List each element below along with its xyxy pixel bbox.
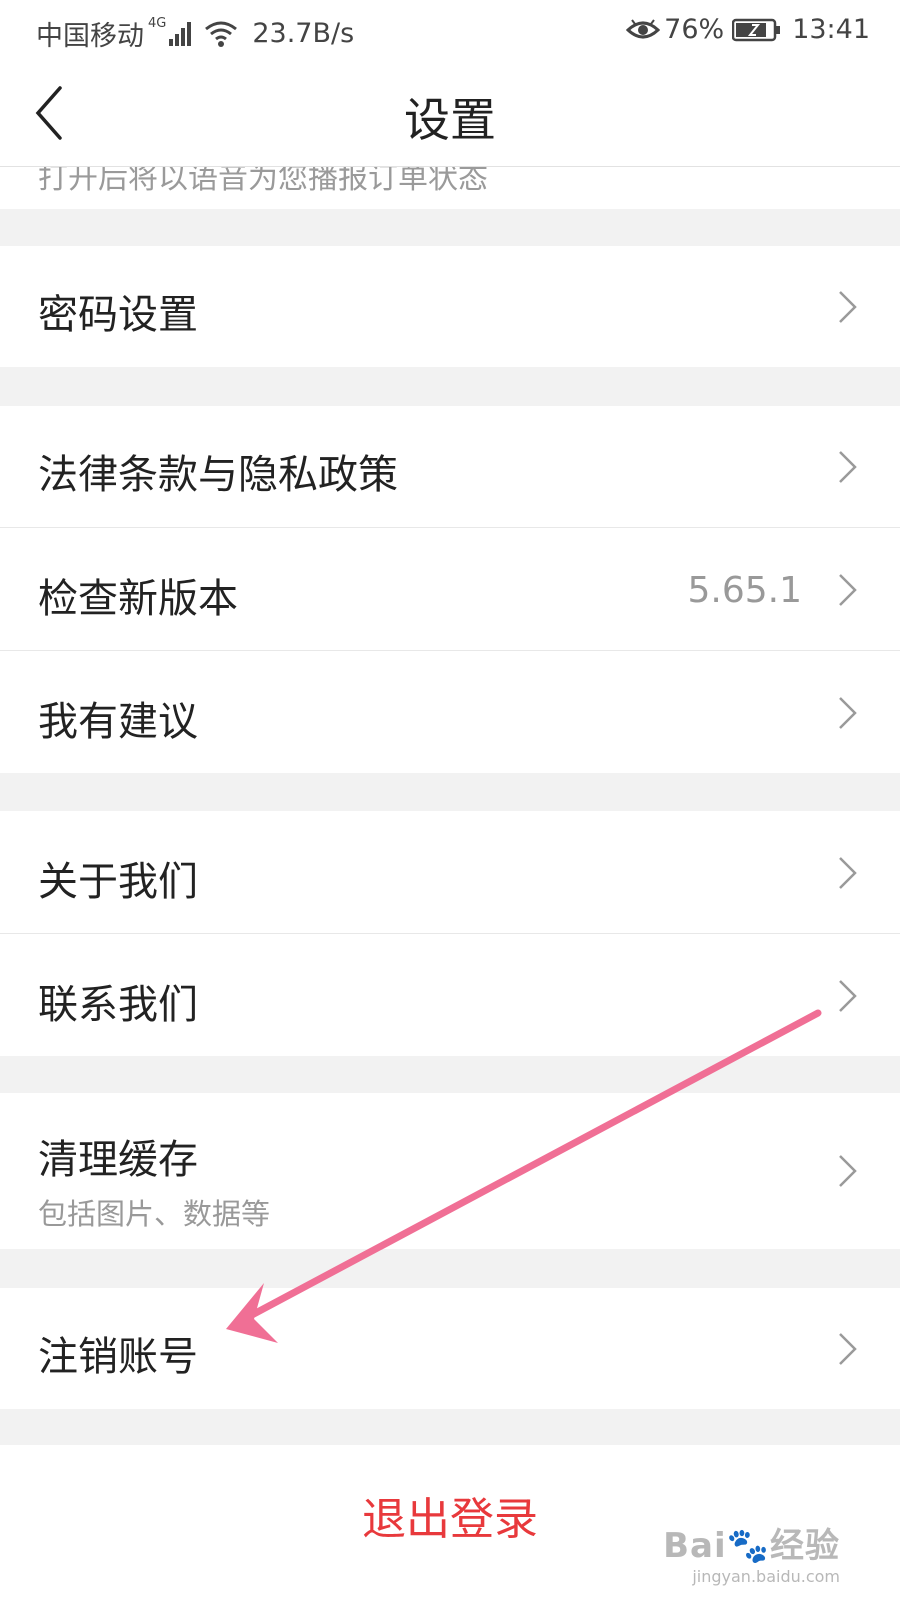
row-label: 关于我们 xyxy=(38,859,198,905)
row-label: 密码设置 xyxy=(38,292,198,338)
legal-privacy-row[interactable]: 法律条款与隐私政策 xyxy=(0,406,900,527)
signal-icon xyxy=(169,21,192,46)
chevron-right-icon xyxy=(839,451,857,483)
check-update-row[interactable]: 检查新版本 5.65.1 xyxy=(0,528,900,650)
chevron-right-icon xyxy=(839,1333,857,1365)
voice-broadcast-description: 打开后将以语音为您播报订单状态 xyxy=(38,167,488,196)
voice-broadcast-description-row: 打开后将以语音为您播报订单状态 xyxy=(0,167,900,209)
chevron-right-icon xyxy=(839,291,857,323)
row-sublabel: 包括图片、数据等 xyxy=(38,1197,271,1231)
network-type: 4G xyxy=(148,16,167,31)
chevron-right-icon xyxy=(839,857,857,889)
status-right: 76% 13:41 xyxy=(626,14,870,45)
row-label: 我有建议 xyxy=(38,699,198,745)
clock: 13:41 xyxy=(792,14,870,45)
delete-account-row[interactable]: 注销账号 xyxy=(0,1288,900,1409)
chevron-right-icon xyxy=(839,1155,857,1187)
row-label: 检查新版本 xyxy=(38,576,238,622)
battery-percent: 76% xyxy=(664,14,725,45)
carrier-name: 中国移动 xyxy=(36,21,144,52)
password-settings-row[interactable]: 密码设置 xyxy=(0,246,900,367)
page-title: 设置 xyxy=(404,93,496,147)
row-label: 法律条款与隐私政策 xyxy=(38,452,398,498)
baidu-jingyan-watermark: Bai🐾经验 jingyan.baidu.com xyxy=(663,1526,840,1586)
contact-us-row[interactable]: 联系我们 xyxy=(0,934,900,1056)
nav-bar: 设置 xyxy=(0,62,900,167)
row-label: 注销账号 xyxy=(38,1334,198,1380)
about-us-row[interactable]: 关于我们 xyxy=(0,811,900,933)
status-bar: 中国移动 4G 23.7B/s 76% 13:41 xyxy=(0,0,900,62)
eye-comfort-icon xyxy=(626,18,661,38)
feedback-row[interactable]: 我有建议 xyxy=(0,651,900,773)
wifi-icon xyxy=(205,21,238,47)
chevron-right-icon xyxy=(839,574,857,606)
battery-icon xyxy=(732,18,781,41)
row-label: 清理缓存 xyxy=(38,1137,198,1183)
clear-cache-row[interactable]: 清理缓存 包括图片、数据等 xyxy=(0,1093,900,1249)
status-left: 中国移动 4G 23.7B/s xyxy=(36,14,354,53)
network-speed: 23.7B/s xyxy=(252,18,355,49)
row-label: 联系我们 xyxy=(38,982,198,1028)
chevron-right-icon xyxy=(839,697,857,729)
version-number: 5.65.1 xyxy=(687,570,802,611)
chevron-right-icon xyxy=(839,980,857,1012)
